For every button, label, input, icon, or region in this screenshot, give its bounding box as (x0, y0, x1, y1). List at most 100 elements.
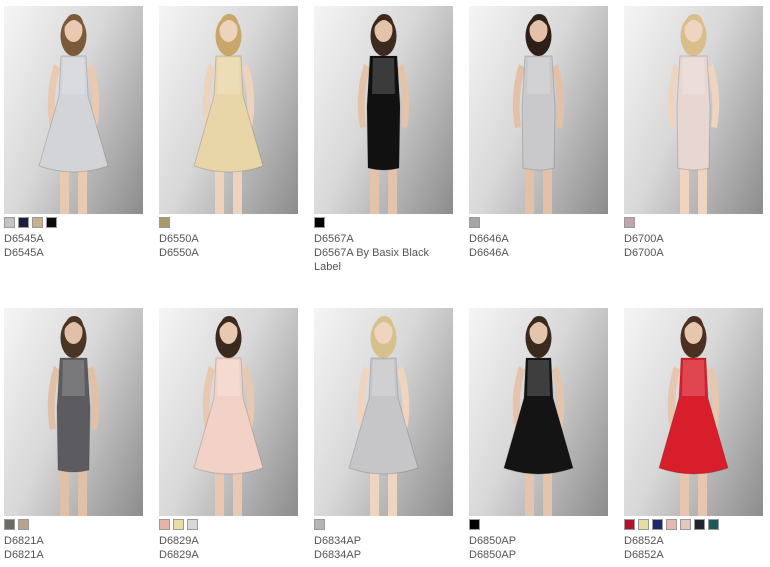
color-swatch[interactable] (624, 519, 635, 530)
product-card[interactable]: D6700A D6700A (624, 6, 764, 260)
product-image[interactable] (624, 308, 763, 516)
product-card[interactable]: D6850AP D6850AP (469, 308, 609, 562)
model-figure (667, 14, 720, 214)
color-swatch[interactable] (666, 519, 677, 530)
product-card[interactable]: D6821A D6821A (4, 308, 144, 562)
color-swatch[interactable] (314, 217, 325, 228)
color-swatch[interactable] (18, 519, 29, 530)
color-swatches (159, 217, 299, 228)
dress-bodice (217, 360, 240, 396)
dress-bodice (682, 58, 705, 94)
product-name-link[interactable]: D6829A (159, 548, 299, 562)
product-card[interactable]: D6550A D6550A (159, 6, 299, 260)
color-swatch[interactable] (314, 519, 325, 530)
color-swatch[interactable] (159, 519, 170, 530)
dress-bodice (372, 58, 395, 94)
product-name-link[interactable]: D6550A (159, 246, 299, 260)
product-card[interactable]: D6834AP D6834AP (314, 308, 454, 562)
color-swatch[interactable] (18, 217, 29, 228)
model-figure (193, 14, 264, 214)
product-name-link[interactable]: D6821A (4, 548, 144, 562)
product-sku: D6821A (4, 535, 44, 547)
model-figure (503, 316, 574, 516)
product-image[interactable] (469, 308, 608, 516)
model-photo (348, 316, 419, 516)
model-photo (38, 14, 109, 214)
color-swatch[interactable] (652, 519, 663, 530)
color-swatches (469, 217, 609, 228)
color-swatches (624, 217, 764, 228)
color-swatches (4, 519, 144, 530)
model-photo (193, 14, 264, 214)
product-sku: D6545A (4, 233, 44, 245)
model-photo (193, 316, 264, 516)
product-sku: D6834AP (314, 535, 362, 547)
product-card[interactable]: D6567A D6567A By Basix Black Label (314, 6, 454, 274)
color-swatch[interactable] (4, 519, 15, 530)
product-image[interactable] (4, 6, 143, 214)
color-swatches (469, 519, 609, 530)
product-card[interactable]: D6829A D6829A (159, 308, 299, 562)
color-swatch[interactable] (159, 217, 170, 228)
color-swatch[interactable] (469, 217, 480, 228)
product-sku: D6829A (159, 535, 199, 547)
product-sku: D6646A (469, 233, 509, 245)
product-sku: D6850AP (469, 535, 517, 547)
dress-bodice (372, 360, 395, 396)
product-image[interactable] (159, 308, 298, 516)
model-photo (667, 14, 720, 214)
product-card[interactable]: D6545A D6545A (4, 6, 144, 260)
product-sku: D6852A (624, 535, 664, 547)
product-sku: D6700A (624, 233, 664, 245)
product-image[interactable] (4, 308, 143, 516)
product-card[interactable]: D6646A D6646A (469, 6, 609, 260)
model-figure (47, 316, 100, 516)
product-name-link[interactable]: D6850AP (469, 548, 609, 562)
product-card[interactable]: D6852A D6852A (624, 308, 764, 562)
model-figure (658, 316, 729, 516)
color-swatch[interactable] (173, 519, 184, 530)
product-image[interactable] (469, 6, 608, 214)
dress-bodice (527, 360, 550, 396)
product-name-link[interactable]: D6852A (624, 548, 764, 562)
model-photo (357, 14, 410, 214)
color-swatch[interactable] (680, 519, 691, 530)
product-name-link[interactable]: D6646A (469, 246, 609, 260)
color-swatch[interactable] (187, 519, 198, 530)
model-photo (503, 316, 574, 516)
color-swatch[interactable] (638, 519, 649, 530)
product-grid: D6545A D6545A D6550A D6550A D6567A D6567A By … (0, 0, 770, 567)
color-swatches (624, 519, 764, 530)
product-name-link[interactable]: D6834AP (314, 548, 454, 562)
color-swatch[interactable] (32, 217, 43, 228)
color-swatches (314, 519, 454, 530)
model-photo (658, 316, 729, 516)
model-figure (38, 14, 109, 214)
product-name-link[interactable]: D6567A By Basix Black Label (314, 246, 454, 274)
color-swatch[interactable] (694, 519, 705, 530)
color-swatch[interactable] (469, 519, 480, 530)
product-image[interactable] (314, 6, 453, 214)
dress-bodice (527, 58, 550, 94)
color-swatches (4, 217, 144, 228)
model-photo (47, 316, 100, 516)
model-figure (357, 14, 410, 214)
color-swatches (314, 217, 454, 228)
product-image[interactable] (314, 308, 453, 516)
model-figure (348, 316, 419, 516)
dress-bodice (62, 58, 85, 94)
model-figure (512, 14, 565, 214)
product-sku: D6567A (314, 233, 354, 245)
color-swatch[interactable] (46, 217, 57, 228)
color-swatch[interactable] (4, 217, 15, 228)
product-sku: D6550A (159, 233, 199, 245)
product-name-link[interactable]: D6700A (624, 246, 764, 260)
product-name-link[interactable]: D6545A (4, 246, 144, 260)
model-figure (193, 316, 264, 516)
color-swatch[interactable] (624, 217, 635, 228)
product-image[interactable] (159, 6, 298, 214)
color-swatch[interactable] (708, 519, 719, 530)
color-swatches (159, 519, 299, 530)
dress-bodice (217, 58, 240, 94)
product-image[interactable] (624, 6, 763, 214)
